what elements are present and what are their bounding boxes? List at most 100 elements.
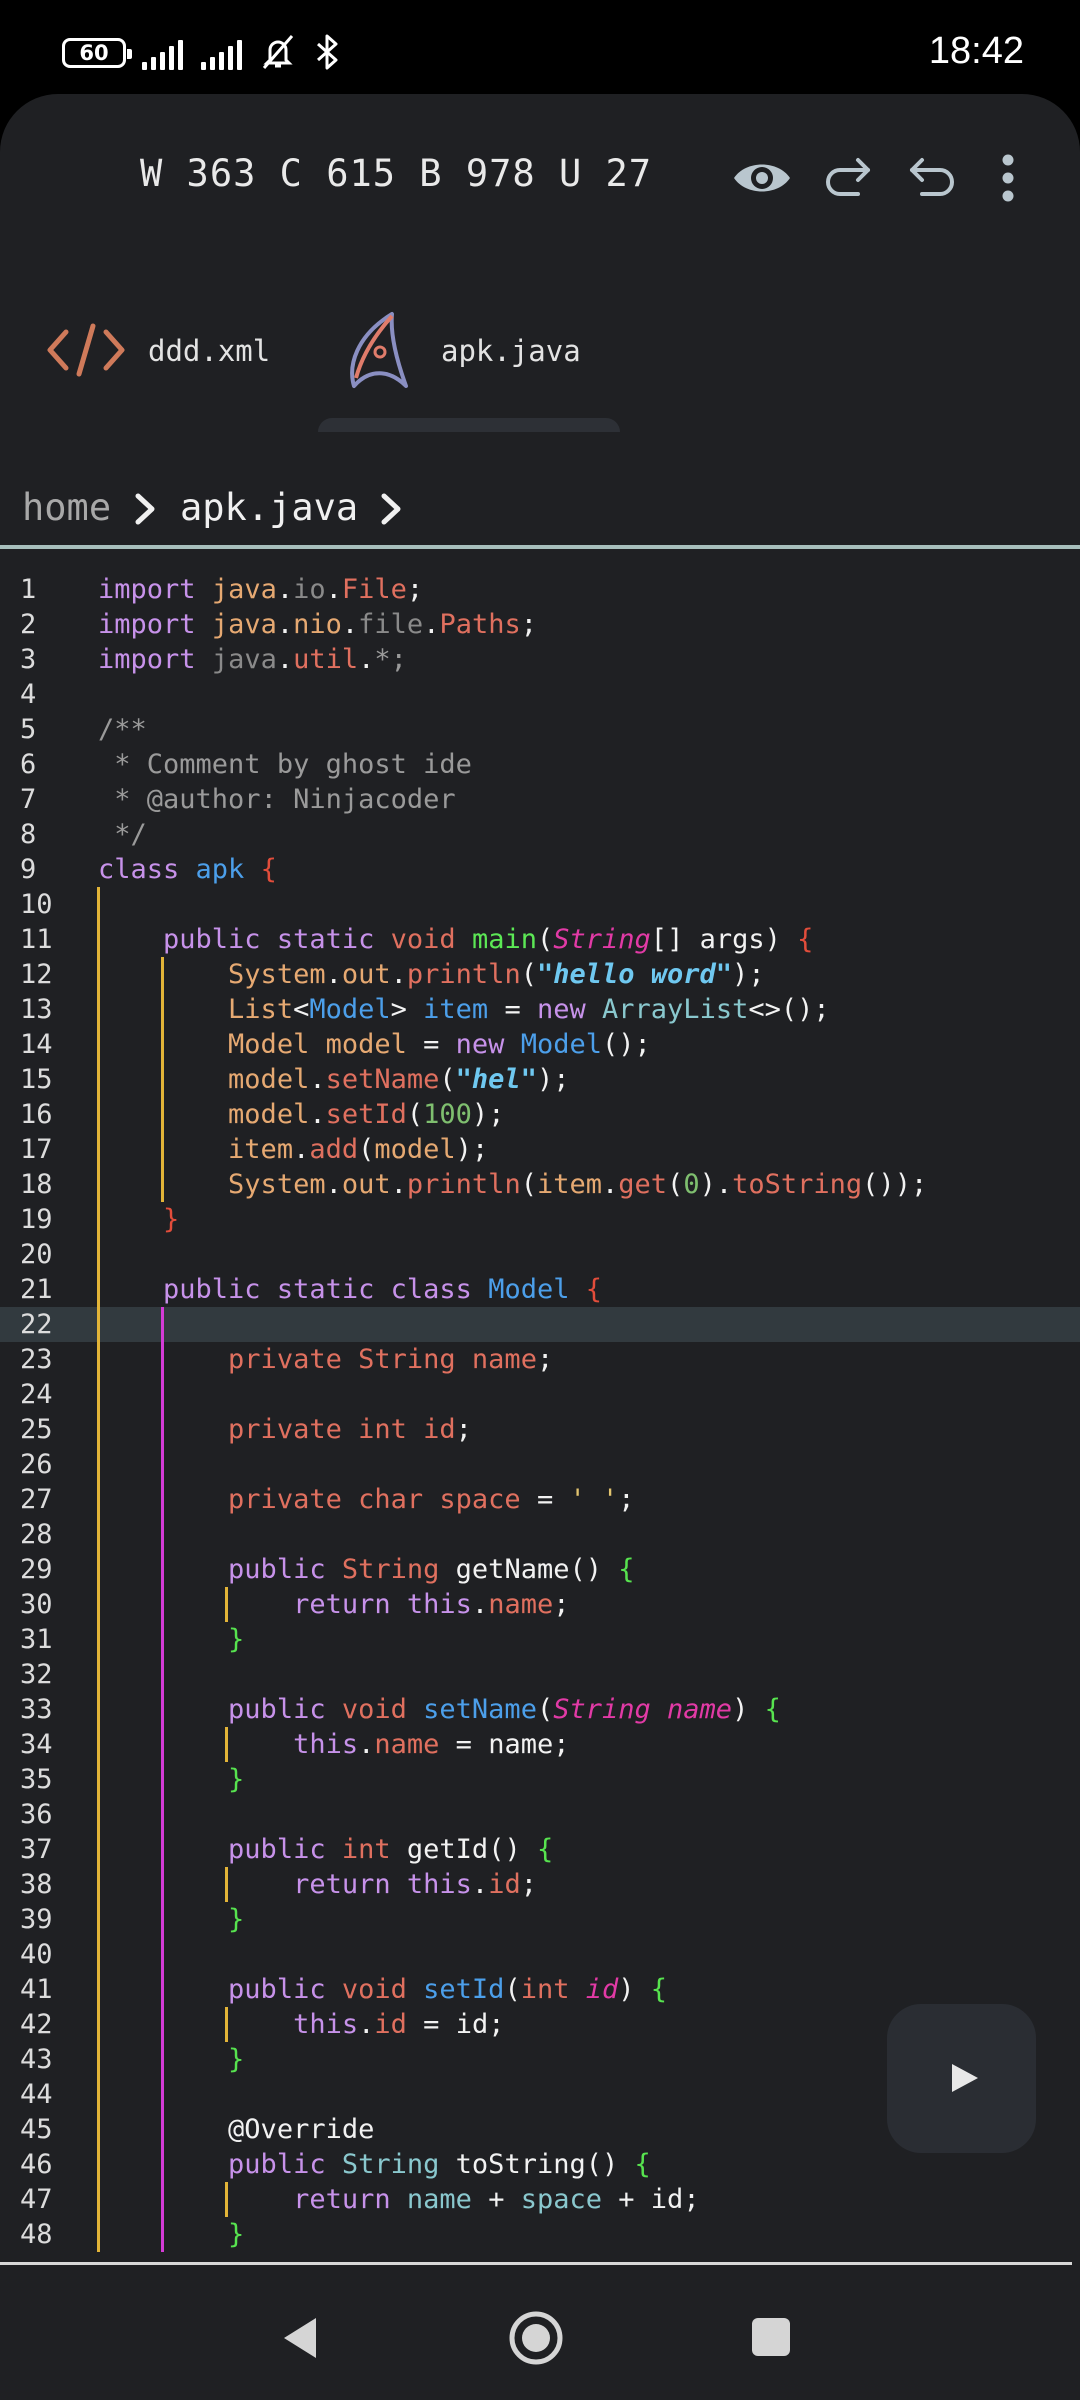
code-line[interactable]: 19 }	[0, 1202, 1080, 1237]
line-number: 29	[20, 1554, 53, 1585]
java-file-icon	[350, 312, 408, 388]
code-text: public static void main(String[] args) {	[163, 924, 814, 955]
code-text: }	[228, 1904, 245, 1935]
indent-guide	[225, 1727, 228, 1762]
code-text: public String toString() {	[228, 2149, 651, 2180]
code-stats: W 363 C 615 B 978 U 27	[140, 152, 653, 195]
code-text: }	[228, 1764, 245, 1795]
line-number: 24	[20, 1379, 53, 1410]
code-text: return name + space + id;	[293, 2184, 700, 2215]
code-text: System.out.println(item.get(0).toString(…	[228, 1169, 928, 1200]
line-number: 25	[20, 1414, 53, 1445]
line-number: 12	[20, 959, 53, 990]
code-text: }	[163, 1204, 180, 1235]
line-number: 9	[20, 854, 37, 885]
line-number: 27	[20, 1484, 53, 1515]
code-text: public void setId(int id) {	[228, 1974, 668, 2005]
eye-icon[interactable]	[732, 148, 792, 208]
code-text: this.id = id;	[293, 2009, 505, 2040]
indent-guide	[225, 2007, 228, 2042]
code-text: */	[114, 819, 147, 850]
status-bar: 60 18:42	[0, 0, 1080, 98]
line-number: 47	[20, 2184, 53, 2215]
code-text: /**	[98, 714, 147, 745]
chevron-right-icon	[135, 493, 155, 525]
nav-back-icon[interactable]	[274, 2310, 330, 2366]
line-number: 3	[20, 644, 37, 675]
code-text: public static class Model {	[163, 1274, 603, 1305]
code-line[interactable]: 20	[0, 1237, 1080, 1272]
code-text: private char space = ' ';	[228, 1484, 635, 1515]
line-number: 1	[20, 574, 37, 605]
code-line[interactable]: 21 public static class Model {	[0, 1272, 1080, 1307]
code-line[interactable]: 2 import java.nio.file.Paths;	[0, 607, 1080, 642]
nav-recents-icon[interactable]	[744, 2310, 800, 2366]
indent-guide	[225, 1587, 228, 1622]
code-line[interactable]: 10	[0, 887, 1080, 922]
indent-guide	[225, 1867, 228, 1902]
undo-icon[interactable]	[902, 148, 962, 208]
bell-off-icon	[262, 35, 294, 69]
active-tab-indicator	[318, 418, 620, 432]
breadcrumb-home[interactable]: home	[22, 486, 111, 529]
line-number: 19	[20, 1204, 53, 1235]
code-text: this.name = name;	[293, 1729, 570, 1760]
code-text: item.add(model);	[228, 1134, 489, 1165]
line-number: 21	[20, 1274, 53, 1305]
indent-guide	[225, 2182, 228, 2217]
line-number: 46	[20, 2149, 53, 2180]
code-text: private String name;	[228, 1344, 554, 1375]
line-number: 14	[20, 1029, 53, 1060]
indent-guide	[161, 957, 164, 1202]
line-number: 31	[20, 1624, 53, 1655]
line-number: 5	[20, 714, 37, 745]
line-number: 15	[20, 1064, 53, 1095]
code-text: List<Model> item = new ArrayList<>();	[228, 994, 830, 1025]
run-button[interactable]	[887, 2004, 1036, 2153]
line-number: 18	[20, 1169, 53, 1200]
code-text: }	[228, 2044, 245, 2075]
xml-file-icon	[47, 323, 125, 377]
line-number: 30	[20, 1589, 53, 1620]
code-line[interactable]: 7 * @author: Ninjacoder	[0, 782, 1080, 817]
indent-guide	[161, 1307, 164, 2252]
breadcrumb-file[interactable]: apk.java	[180, 486, 358, 529]
line-number: 33	[20, 1694, 53, 1725]
code-text: return this.name;	[293, 1589, 570, 1620]
line-number: 45	[20, 2114, 53, 2145]
line-number: 32	[20, 1659, 53, 1690]
code-text: import java.io.File;	[98, 574, 424, 605]
nav-home-icon[interactable]	[508, 2310, 564, 2366]
line-number: 4	[20, 679, 37, 710]
code-text: model.setName("hel");	[228, 1064, 570, 1095]
breadcrumb-divider	[0, 545, 1080, 549]
code-line[interactable]: 1 import java.io.File;	[0, 572, 1080, 607]
code-line[interactable]: 8 */	[0, 817, 1080, 852]
code-text: import java.nio.file.Paths;	[98, 609, 537, 640]
play-icon	[952, 2064, 978, 2092]
code-line[interactable]: 11 public static void main(String[] args…	[0, 922, 1080, 957]
line-number: 43	[20, 2044, 53, 2075]
line-number: 26	[20, 1449, 53, 1480]
code-line[interactable]: 5 /**	[0, 712, 1080, 747]
editor-bottom-divider	[0, 2262, 1072, 2265]
line-number: 48	[20, 2219, 53, 2250]
line-number: 34	[20, 1729, 53, 1760]
battery-icon: 60	[62, 38, 132, 68]
line-number: 38	[20, 1869, 53, 1900]
line-number: 8	[20, 819, 37, 850]
code-line[interactable]: 9 class apk {	[0, 852, 1080, 887]
line-number: 2	[20, 609, 37, 640]
line-number: 40	[20, 1939, 53, 1970]
line-number: 13	[20, 994, 53, 1025]
line-number: 37	[20, 1834, 53, 1865]
bluetooth-icon	[317, 34, 338, 70]
more-vert-icon[interactable]	[978, 148, 1038, 208]
redo-icon[interactable]	[818, 148, 878, 208]
code-line[interactable]: 3 import java.util.*;	[0, 642, 1080, 677]
clock: 18:42	[928, 30, 1024, 72]
code-text: @Override	[228, 2114, 375, 2145]
code-line[interactable]: 6 * Comment by ghost ide	[0, 747, 1080, 782]
code-line[interactable]: 4	[0, 677, 1080, 712]
line-number: 22	[20, 1309, 53, 1340]
